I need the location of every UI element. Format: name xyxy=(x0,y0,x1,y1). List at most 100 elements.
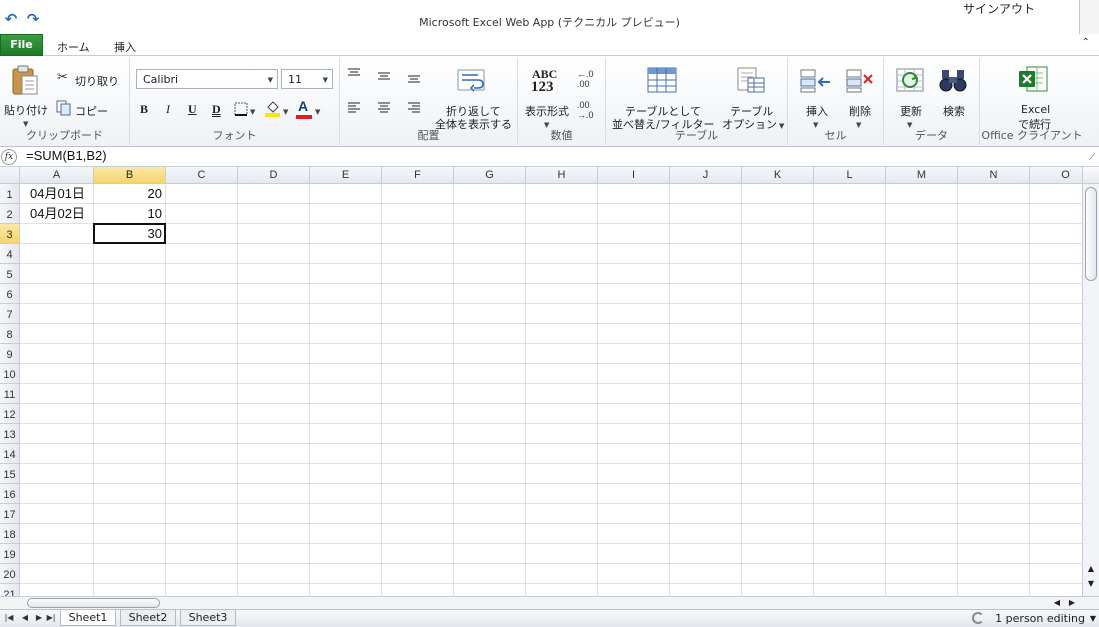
open-in-excel-button[interactable]: Excel xyxy=(1021,103,1050,116)
column-header-l[interactable]: L xyxy=(814,167,886,184)
row-header-7[interactable]: 7 xyxy=(0,304,20,324)
copy-button[interactable]: コピー xyxy=(75,103,108,119)
bold-button[interactable]: B xyxy=(140,102,148,117)
row-header-20[interactable]: 20 xyxy=(0,564,20,584)
column-header-d[interactable]: D xyxy=(238,167,310,184)
fill-color-dropdown-icon[interactable]: ▼ xyxy=(283,108,288,116)
row-header-10[interactable]: 10 xyxy=(0,364,20,384)
row-header-3[interactable]: 3 xyxy=(0,224,20,244)
select-all-corner[interactable] xyxy=(0,167,20,184)
row-header-21[interactable]: 21 xyxy=(0,584,20,596)
paste-icon[interactable] xyxy=(10,64,40,96)
column-header-k[interactable]: K xyxy=(742,167,814,184)
paste-button[interactable]: 貼り付け xyxy=(4,102,48,118)
sign-out-link[interactable]: サインアウト xyxy=(963,0,1035,17)
row-header-16[interactable]: 16 xyxy=(0,484,20,504)
row-header-17[interactable]: 17 xyxy=(0,504,20,524)
font-color-dropdown-icon[interactable]: ▼ xyxy=(315,108,320,116)
horizontal-scrollbar[interactable]: ◀ ▶ xyxy=(0,596,1099,609)
collapse-ribbon-icon[interactable]: ⌃ xyxy=(1082,37,1090,48)
row-header-5[interactable]: 5 xyxy=(0,264,20,284)
borders-icon[interactable] xyxy=(234,102,248,116)
column-header-e[interactable]: E xyxy=(310,167,382,184)
scroll-down-icon[interactable]: ▼ xyxy=(1086,578,1096,590)
vertical-scrollbar[interactable]: ▲ ▼ xyxy=(1082,167,1099,596)
column-header-j[interactable]: J xyxy=(670,167,742,184)
cell-a1[interactable]: 04月01日 xyxy=(30,184,85,204)
vertical-scroll-thumb[interactable] xyxy=(1085,187,1097,281)
editing-status-dropdown-icon[interactable]: ▼ xyxy=(1090,614,1096,623)
column-header-g[interactable]: G xyxy=(454,167,526,184)
scroll-left-icon[interactable]: ◀ xyxy=(1051,597,1063,609)
cut-button[interactable]: 切り取り xyxy=(75,73,119,89)
column-header-m[interactable]: M xyxy=(886,167,958,184)
align-middle-icon[interactable] xyxy=(377,72,391,82)
row-gridline xyxy=(20,463,1082,464)
row-gridline xyxy=(20,403,1082,404)
row-header-11[interactable]: 11 xyxy=(0,384,20,404)
spreadsheet-grid[interactable]: A B C D E F G H I J K L M N O 1 2 3 4 5 6 7 8 9 10 11 12 13 14 15 16 17… xyxy=(0,167,1082,596)
column-header-b[interactable]: B xyxy=(94,167,166,184)
sheet-tab-sheet2[interactable]: Sheet2 xyxy=(120,610,176,626)
editing-status[interactable]: 1 person editing xyxy=(995,612,1085,625)
column-header-n[interactable]: N xyxy=(958,167,1030,184)
column-header-f[interactable]: F xyxy=(382,167,454,184)
font-name-select[interactable]: Calibri ▼ xyxy=(136,69,278,89)
column-header-a[interactable]: A xyxy=(20,167,94,184)
row-header-8[interactable]: 8 xyxy=(0,324,20,344)
row-header-18[interactable]: 18 xyxy=(0,524,20,544)
column-header-o[interactable]: O xyxy=(1030,167,1082,184)
column-header-c[interactable]: C xyxy=(166,167,238,184)
formula-input[interactable]: =SUM(B1,B2) xyxy=(26,148,107,163)
first-sheet-icon[interactable]: |◀ xyxy=(4,613,14,622)
decrease-decimal-icon[interactable]: .00 →.0 xyxy=(577,100,594,120)
row-header-19[interactable]: 19 xyxy=(0,544,20,564)
tab-home[interactable]: ホーム xyxy=(57,39,90,55)
align-top-icon[interactable] xyxy=(347,68,361,78)
function-icon[interactable]: fx xyxy=(1,149,17,165)
prev-sheet-icon[interactable]: ◀ xyxy=(20,613,30,622)
horizontal-scroll-thumb[interactable] xyxy=(27,598,160,608)
fill-color-icon[interactable] xyxy=(264,98,282,118)
align-left-icon[interactable] xyxy=(347,102,361,114)
underline-button[interactable]: U xyxy=(188,102,197,117)
row-header-14[interactable]: 14 xyxy=(0,444,20,464)
font-size-select[interactable]: 11 ▼ xyxy=(281,69,333,89)
tab-insert[interactable]: 挿入 xyxy=(114,39,136,55)
row-header-13[interactable]: 13 xyxy=(0,424,20,444)
next-sheet-icon[interactable]: ▶ xyxy=(34,613,44,622)
font-color-button[interactable]: A xyxy=(298,98,308,114)
row-header-1[interactable]: 1 xyxy=(0,184,20,204)
double-underline-button[interactable]: D xyxy=(212,102,221,117)
row-header-9[interactable]: 9 xyxy=(0,344,20,364)
tab-file[interactable]: File xyxy=(0,34,43,56)
scroll-right-icon[interactable]: ▶ xyxy=(1066,597,1078,609)
refresh-button[interactable]: 更新 xyxy=(900,103,922,119)
column-header-i[interactable]: I xyxy=(598,167,670,184)
align-bottom-icon[interactable] xyxy=(407,75,421,85)
align-right-icon[interactable] xyxy=(407,102,421,114)
insert-cells-button[interactable]: 挿入 xyxy=(806,103,828,119)
cell-a2[interactable]: 04月02日 xyxy=(30,204,85,224)
row-header-6[interactable]: 6 xyxy=(0,284,20,304)
italic-button[interactable]: I xyxy=(166,102,170,117)
number-format-button[interactable]: 表示形式 xyxy=(525,103,569,119)
borders-dropdown-icon[interactable]: ▼ xyxy=(250,108,255,116)
row-header-2[interactable]: 2 xyxy=(0,204,20,224)
column-header-h[interactable]: H xyxy=(526,167,598,184)
resize-grip-icon[interactable]: ⟋ xyxy=(1089,153,1095,163)
last-sheet-icon[interactable]: ▶| xyxy=(46,613,56,622)
cell-b2[interactable]: 10 xyxy=(94,204,162,224)
delete-cells-button[interactable]: 削除 xyxy=(849,103,871,119)
scroll-up-icon[interactable]: ▲ xyxy=(1086,563,1096,575)
align-center-icon[interactable] xyxy=(377,102,391,114)
increase-decimal-icon[interactable]: ←.0.00 xyxy=(577,69,594,89)
find-button[interactable]: 検索 xyxy=(943,103,965,119)
row-header-15[interactable]: 15 xyxy=(0,464,20,484)
row-header-12[interactable]: 12 xyxy=(0,404,20,424)
column-gridline xyxy=(165,184,166,596)
row-header-4[interactable]: 4 xyxy=(0,244,20,264)
sheet-tab-sheet1[interactable]: Sheet1 xyxy=(60,610,116,626)
sheet-tab-sheet3[interactable]: Sheet3 xyxy=(180,610,236,626)
cell-b1[interactable]: 20 xyxy=(94,184,162,204)
